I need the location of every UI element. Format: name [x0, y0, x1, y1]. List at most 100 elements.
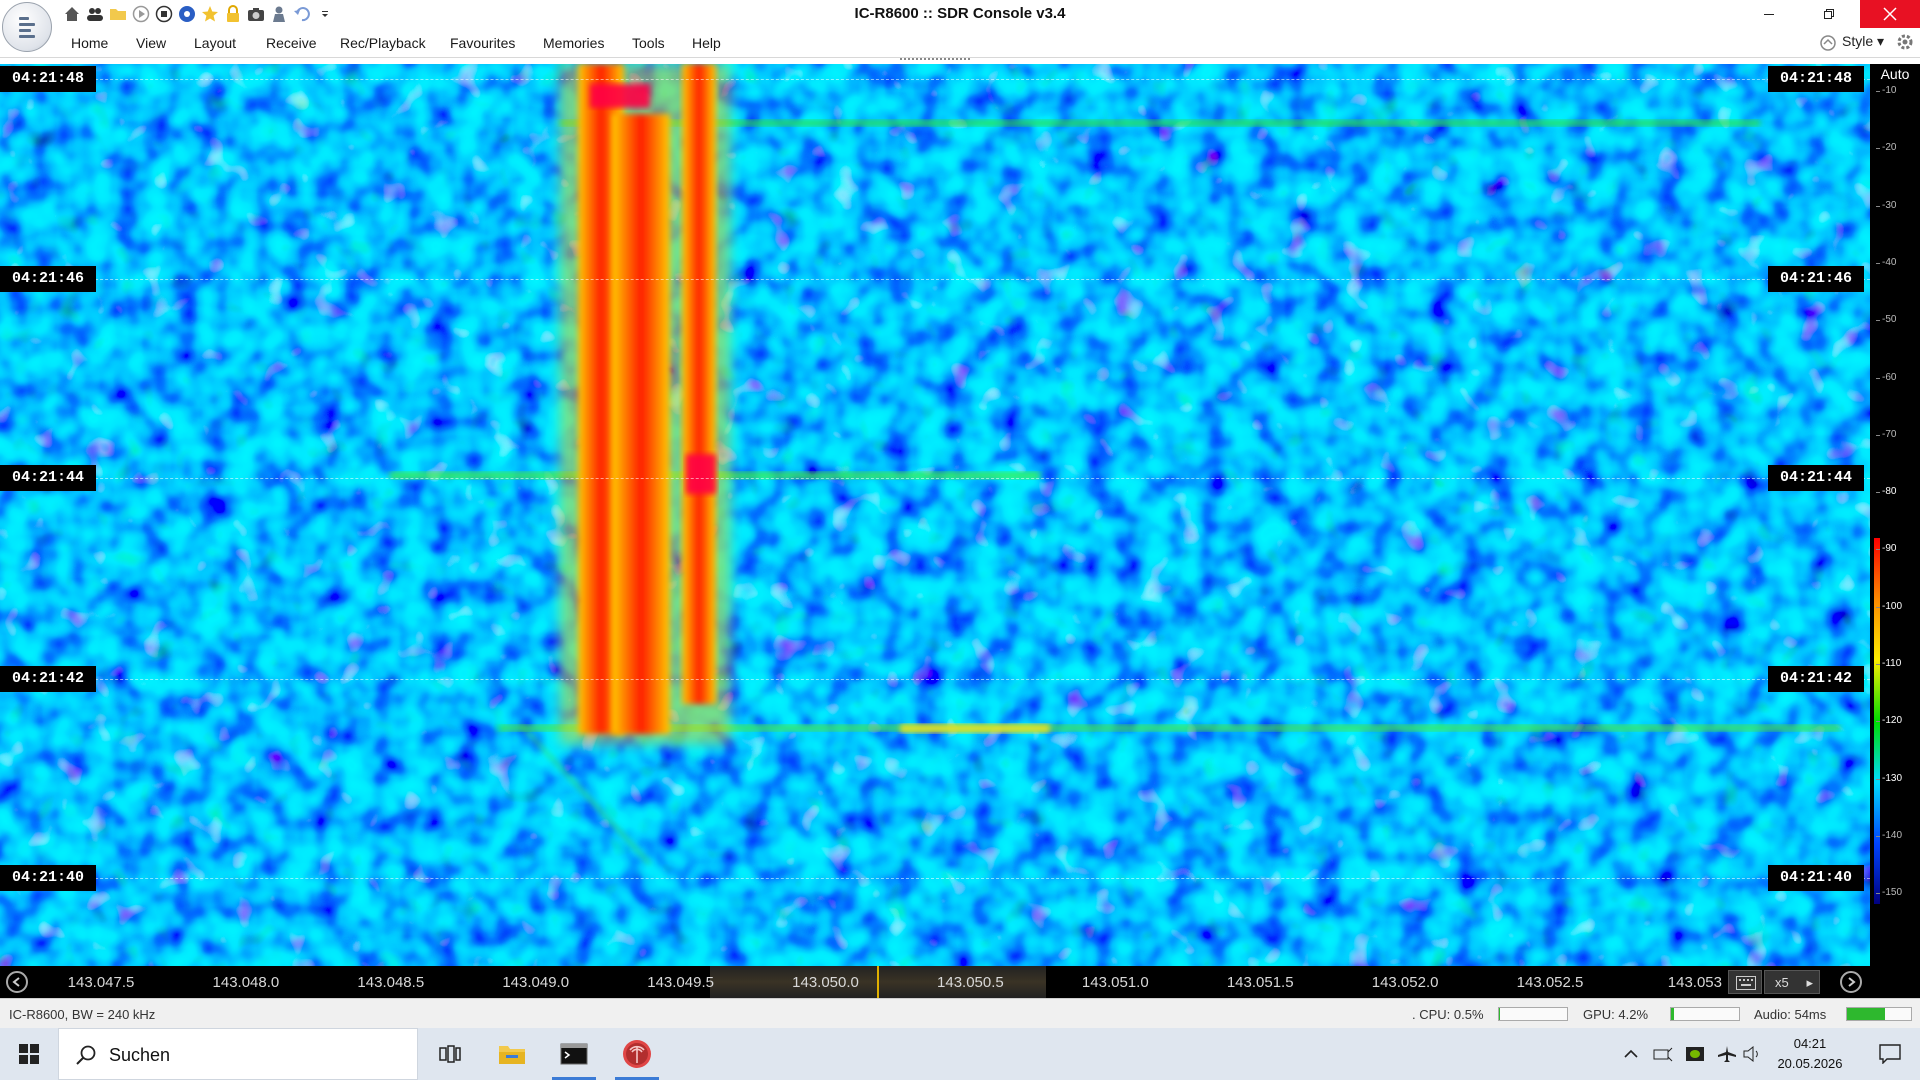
- db-tick-label: -150: [1875, 887, 1903, 899]
- taskbar-sdr-console[interactable]: [607, 1028, 667, 1080]
- notification-icon: [1879, 1044, 1901, 1064]
- stop-icon[interactable]: [154, 4, 174, 24]
- minimize-icon: [1764, 14, 1774, 15]
- frequency-tick-label: 143.048.0: [212, 974, 280, 991]
- start-button[interactable]: [0, 1028, 58, 1080]
- time-label-left: 04:21:44: [0, 465, 97, 491]
- menu-tools[interactable]: Tools: [632, 35, 665, 51]
- title-bar: IC-R8600 :: SDR Console v3.4: [0, 0, 1920, 28]
- signal-trace: [612, 114, 670, 734]
- person-icon[interactable]: [269, 4, 289, 24]
- folder-icon[interactable]: [108, 4, 128, 24]
- keyboard-icon: [1736, 976, 1756, 990]
- style-theme-icon: [1820, 35, 1836, 51]
- chevron-right-circle-icon: [1848, 977, 1856, 987]
- nvidia-icon: [1686, 1047, 1704, 1061]
- db-tick-label: -60: [1875, 371, 1897, 383]
- taskbar-file-explorer[interactable]: [482, 1028, 542, 1080]
- menu-bar: Home View Layout Receive Rec/Playback Fa…: [0, 28, 1920, 58]
- show-hidden-icons-button[interactable]: [1615, 1028, 1647, 1080]
- menu-receive[interactable]: Receive: [266, 35, 317, 51]
- time-label-right: 04:21:46: [1768, 266, 1865, 292]
- home-icon[interactable]: [62, 4, 82, 24]
- time-label-left: 04:21:48: [0, 66, 97, 92]
- play-icon[interactable]: [131, 4, 151, 24]
- lock-icon[interactable]: [223, 4, 243, 24]
- time-label-right: 04:21:40: [1768, 865, 1865, 891]
- gpu-meter: [1670, 1007, 1740, 1021]
- frequency-tick-label: 143.052.0: [1371, 974, 1439, 991]
- star-icon[interactable]: [200, 4, 220, 24]
- audio-meter-fill: [1847, 1008, 1886, 1020]
- undo-icon[interactable]: [292, 4, 312, 24]
- menu-help[interactable]: Help: [692, 35, 721, 51]
- app-menu-icon-bar: [19, 35, 35, 38]
- frequency-tick-label: 143.049.5: [647, 974, 714, 991]
- signal-hotspot: [590, 84, 650, 108]
- time-grid-line: [0, 679, 1870, 680]
- menu-rec-playback[interactable]: Rec/Playback: [340, 35, 426, 51]
- quick-access-toolbar: [62, 3, 335, 25]
- menu-view[interactable]: View: [136, 35, 166, 51]
- db-tick-label: -20: [1875, 142, 1897, 154]
- scroll-right-button[interactable]: [1840, 971, 1862, 993]
- ribbon-collapse-grip[interactable]: [900, 58, 970, 62]
- tuned-frequency-marker[interactable]: [877, 966, 879, 998]
- menu-favourites[interactable]: Favourites: [450, 35, 515, 51]
- frequency-tick-label: 143.049.0: [502, 974, 570, 991]
- notifications-button[interactable]: [1866, 1028, 1914, 1080]
- clock-time: 04:21: [1793, 1036, 1827, 1051]
- tray-gpu-icon[interactable]: [1679, 1028, 1711, 1080]
- frequency-tick-label: 143.048.5: [357, 974, 425, 991]
- camera-icon[interactable]: [246, 4, 266, 24]
- time-label-right: 04:21:42: [1768, 666, 1865, 692]
- scroll-left-button[interactable]: [6, 971, 28, 993]
- search-icon: [76, 1045, 96, 1065]
- horizontal-burst-hotspot: [900, 724, 1050, 733]
- style-menu[interactable]: Style ▾: [1842, 33, 1884, 50]
- taskbar-terminal[interactable]: [544, 1028, 604, 1080]
- minimize-button[interactable]: [1746, 0, 1792, 28]
- users-icon[interactable]: [85, 4, 105, 24]
- frequency-tick-label: 143.051.0: [1081, 974, 1149, 991]
- frequency-tick-label: 143.053: [1667, 974, 1723, 991]
- time-label-left: 04:21:46: [0, 266, 97, 292]
- task-view-button[interactable]: [420, 1028, 480, 1080]
- waterfall-noise-floor: [0, 64, 1870, 966]
- cpu-label: . CPU: 0.5%: [1412, 1007, 1484, 1022]
- zoom-value: x5: [1775, 975, 1789, 990]
- taskbar-search[interactable]: Suchen: [58, 1028, 418, 1080]
- app-menu-icon-bar: [19, 23, 35, 26]
- waterfall-spectrogram: [0, 64, 1870, 966]
- taskbar-clock[interactable]: 04:21 20.05.2026: [1760, 1034, 1860, 1074]
- keyboard-entry-button[interactable]: [1728, 970, 1762, 994]
- frequency-tick-label: 143.050.5: [937, 974, 1004, 991]
- close-button[interactable]: [1860, 0, 1920, 28]
- db-tick-label: -90: [1875, 543, 1897, 555]
- time-grid-line: [0, 279, 1870, 280]
- app-menu-button[interactable]: [2, 2, 52, 52]
- zoom-selector[interactable]: x5 ▸: [1764, 970, 1820, 994]
- cpu-meter: [1498, 1007, 1568, 1021]
- record-icon[interactable]: [177, 4, 197, 24]
- cpu-meter-fill: [1499, 1008, 1500, 1020]
- frequency-tick-label: 143.047.5: [67, 974, 135, 991]
- db-tick-label: -100: [1875, 600, 1903, 612]
- dropdown-icon[interactable]: [315, 4, 335, 24]
- menu-layout[interactable]: Layout: [194, 35, 236, 51]
- status-bar: IC-R8600, BW = 240 kHz . CPU: 0.5% GPU: …: [0, 998, 1920, 1028]
- restore-button[interactable]: [1806, 0, 1852, 28]
- frequency-axis[interactable]: 143.047.5 143.048.0 143.048.5 143.049.0 143.…: [0, 966, 1920, 998]
- windows-taskbar: Suchen 04:21 20.05.2026: [0, 1028, 1920, 1080]
- settings-gear-icon[interactable]: [1895, 32, 1915, 52]
- db-tick-label: -110: [1875, 658, 1902, 669]
- auto-level-label[interactable]: Auto: [1870, 66, 1920, 82]
- tray-bluetooth-icon[interactable]: [1647, 1028, 1679, 1080]
- menu-home[interactable]: Home: [71, 35, 108, 51]
- menu-memories[interactable]: Memories: [543, 35, 604, 51]
- db-scale[interactable]: Auto -10 -20 -30 -40 -50 -60 -70 -80 -90 -100 -110…: [1870, 64, 1920, 966]
- db-tick-label: -140: [1875, 829, 1903, 841]
- waterfall-display[interactable]: 04:21:48 04:21:48 04:21:46 04:21:46 04:21:44…: [0, 64, 1870, 966]
- time-label-left: 04:21:42: [0, 666, 97, 692]
- terminal-icon: [560, 1043, 588, 1065]
